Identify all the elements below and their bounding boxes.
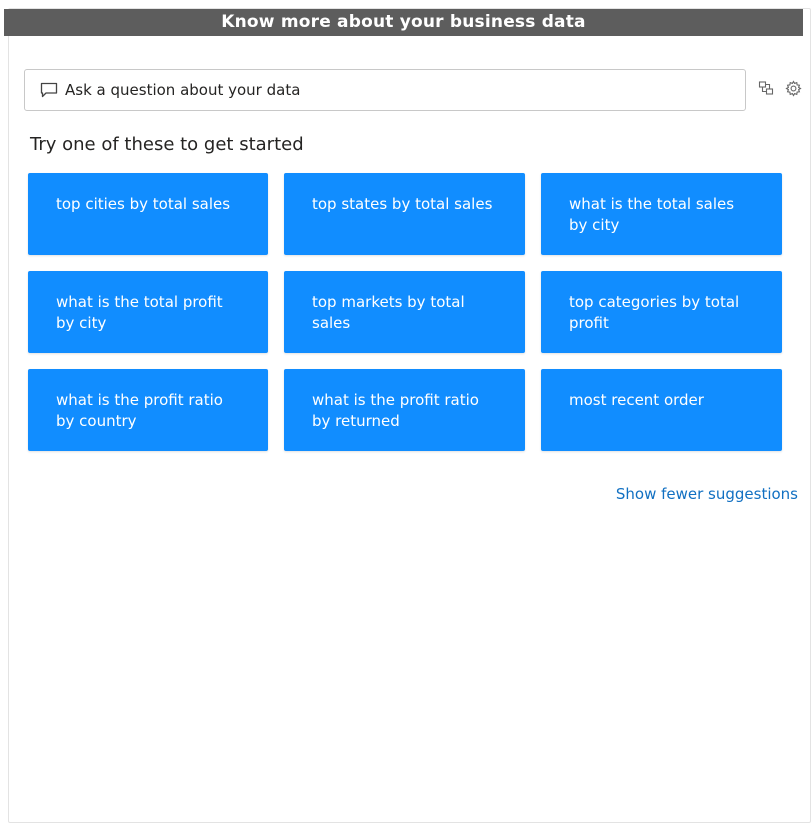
question-input[interactable]	[65, 81, 725, 99]
suggestion-card[interactable]: what is the profit ratio by country	[28, 369, 268, 451]
suggestion-card[interactable]: most recent order	[541, 369, 782, 451]
suggestion-card[interactable]: what is the profit ratio by returned	[284, 369, 525, 451]
synonyms-icon[interactable]	[757, 79, 775, 97]
suggestions-grid: top cities by total sales top states by …	[28, 173, 782, 451]
suggestion-card[interactable]: top categories by total profit	[541, 271, 782, 353]
banner-title: Know more about your business data	[4, 9, 803, 36]
question-box[interactable]	[24, 69, 746, 111]
show-fewer-suggestions-link[interactable]: Show fewer suggestions	[616, 485, 798, 503]
suggestion-card[interactable]: what is the total profit by city	[28, 271, 268, 353]
settings-gear-icon[interactable]	[784, 79, 802, 97]
suggestion-card[interactable]: top states by total sales	[284, 173, 525, 255]
chat-bubble-icon	[39, 81, 59, 99]
suggestion-card[interactable]: what is the total sales by city	[541, 173, 782, 255]
suggestion-card[interactable]: top cities by total sales	[28, 173, 268, 255]
suggestions-heading: Try one of these to get started	[30, 134, 304, 155]
suggestion-card[interactable]: top markets by total sales	[284, 271, 525, 353]
